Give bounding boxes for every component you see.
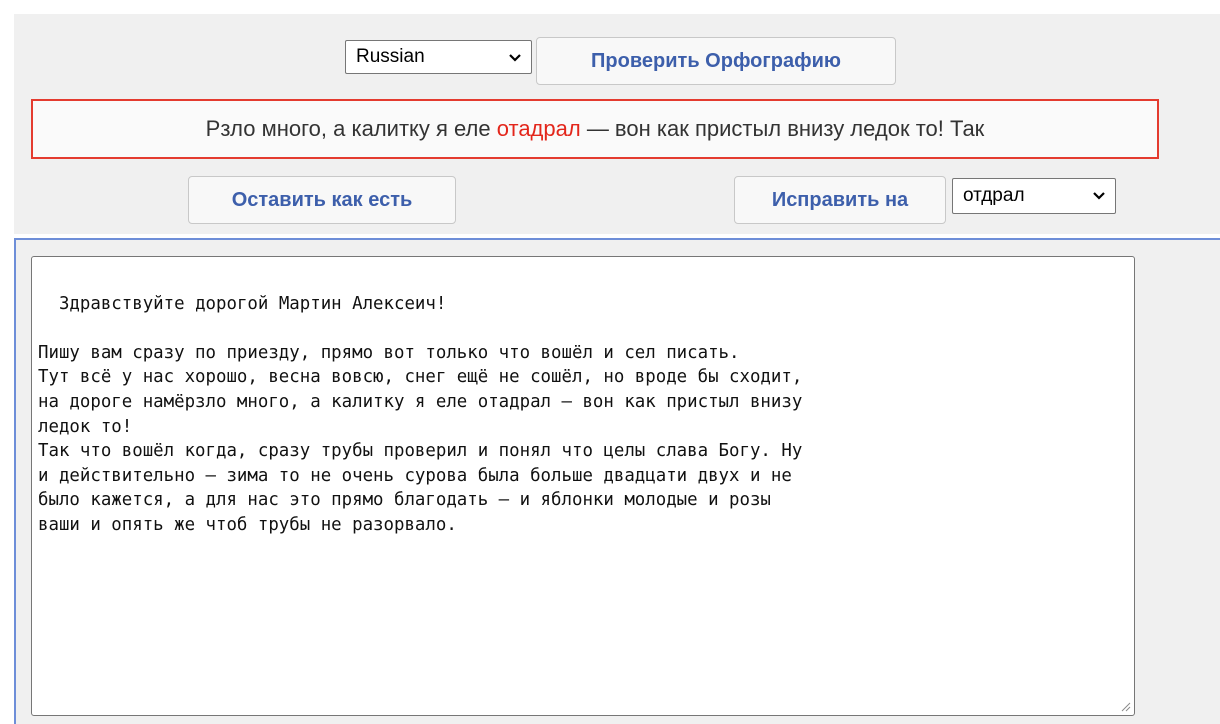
language-select-value: Russian bbox=[356, 46, 425, 67]
context-before: Рзло много, а калитку я еле bbox=[205, 116, 497, 141]
keep-as-is-button[interactable]: Оставить как есть bbox=[188, 176, 456, 224]
chevron-down-icon bbox=[1093, 192, 1105, 200]
suggestion-select[interactable]: отдрал bbox=[952, 178, 1116, 214]
chevron-down-icon bbox=[509, 54, 521, 62]
suggestion-select-value: отдрал bbox=[963, 185, 1025, 206]
resize-grip-icon[interactable] bbox=[1119, 700, 1131, 712]
top-spacer bbox=[0, 0, 1220, 14]
misspelling-context: Рзло много, а калитку я еле отадрал — во… bbox=[31, 99, 1159, 159]
text-editor[interactable]: Здравствуйте дорогой Мартин Алексеич! Пи… bbox=[31, 256, 1135, 716]
check-spelling-button[interactable]: Проверить Орфографию bbox=[536, 37, 896, 85]
misspelled-word: отадрал bbox=[496, 116, 581, 141]
replace-with-button[interactable]: Исправить на bbox=[734, 176, 946, 224]
editor-content: Здравствуйте дорогой Мартин Алексеич! Пи… bbox=[38, 293, 803, 535]
context-after: — вон как пристыл внизу ледок то! Так bbox=[580, 116, 985, 141]
language-select[interactable]: Russian bbox=[345, 40, 532, 74]
